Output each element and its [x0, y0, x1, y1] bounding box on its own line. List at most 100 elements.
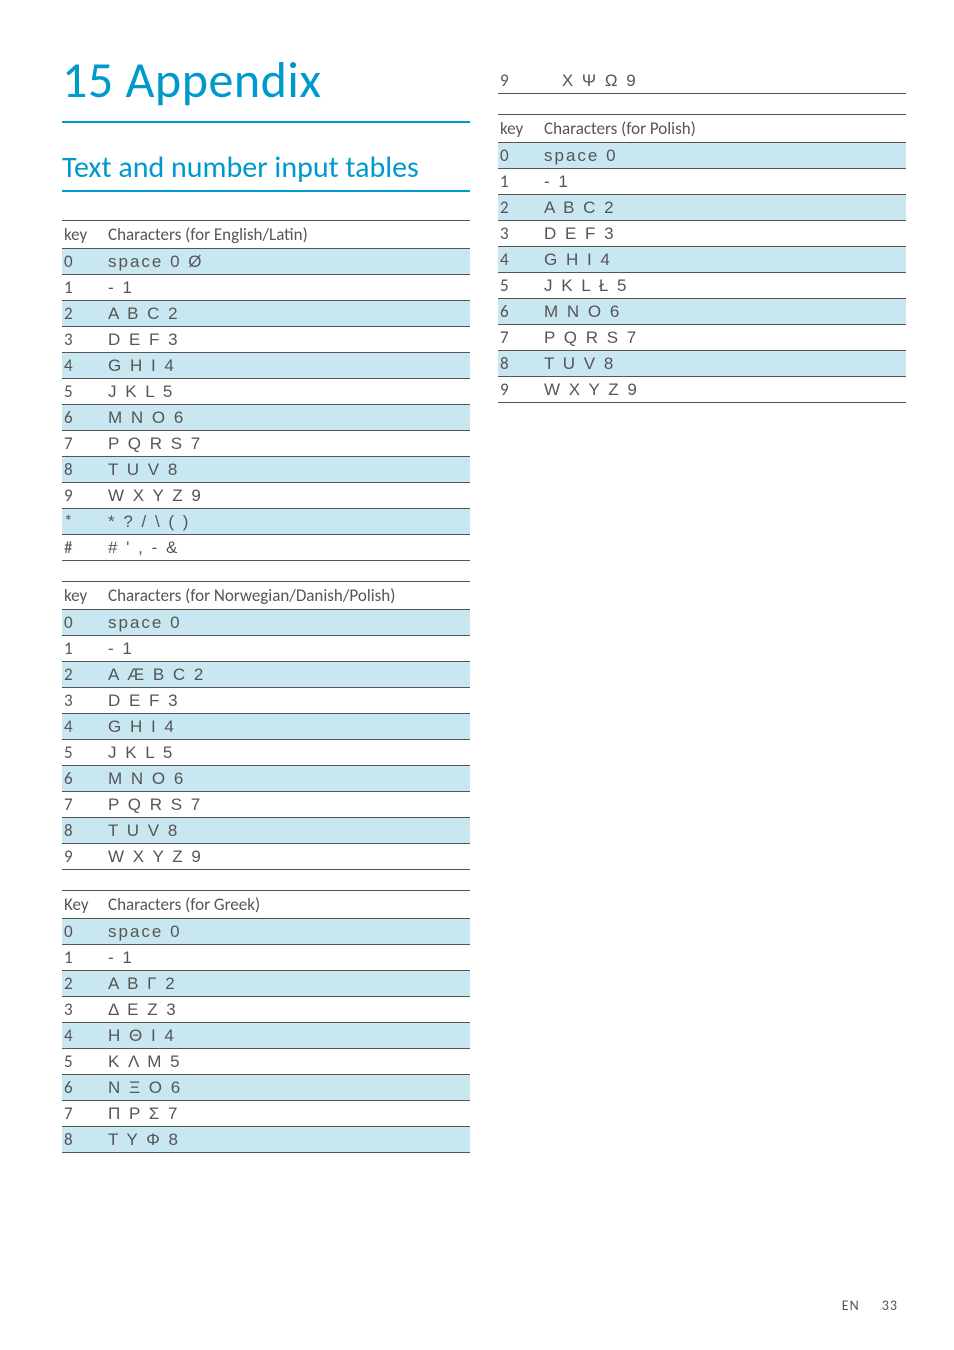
- cell-key: 3: [498, 221, 542, 247]
- cell-key: 4: [62, 1023, 106, 1049]
- table-row: 3D E F 3: [62, 327, 470, 353]
- cell-key: 1: [62, 945, 106, 971]
- table-row: 8T U V 8: [498, 351, 906, 377]
- cell-chars: J K L 5: [106, 379, 470, 405]
- cell-chars: A B Γ 2: [106, 971, 470, 997]
- cell-chars: T U V 8: [542, 351, 906, 377]
- table-row: 6M N O 6: [62, 766, 470, 792]
- table-row: 3D E F 3: [62, 688, 470, 714]
- cell-chars: M N O 6: [542, 299, 906, 325]
- cell-key: 8: [62, 818, 106, 844]
- section-title: Text and number input tables: [62, 149, 470, 192]
- cell-chars: space 0: [106, 610, 470, 636]
- table-row: 9W X Y Z 9: [62, 483, 470, 509]
- table-row: 1- 1: [62, 945, 470, 971]
- cell-key: 2: [62, 971, 106, 997]
- table-row: 5J K L Ł 5: [498, 273, 906, 299]
- chapter-number: 15: [62, 50, 114, 111]
- cell-chars: T U V 8: [106, 457, 470, 483]
- table-row: ** ? / \ ( ): [62, 509, 470, 535]
- cell-chars: N Ξ O 6: [106, 1075, 470, 1101]
- cell-key: 7: [62, 1101, 106, 1127]
- cell-key: 0: [62, 249, 106, 275]
- cell-key: 3: [62, 688, 106, 714]
- table-greek-continued: 9X Ψ Ω 9: [498, 68, 906, 94]
- cell-key: 9: [62, 483, 106, 509]
- table-row: 3Δ E Z 3: [62, 997, 470, 1023]
- table-row: 9W X Y Z 9: [62, 844, 470, 870]
- cell-chars: Π P Σ 7: [106, 1101, 470, 1127]
- cell-chars: D E F 3: [106, 688, 470, 714]
- cell-key: 4: [62, 714, 106, 740]
- table-row: 4G H I 4: [62, 714, 470, 740]
- cell-chars: G H I 4: [542, 247, 906, 273]
- table-row: 2A B C 2: [498, 195, 906, 221]
- cell-chars: P Q R S 7: [106, 792, 470, 818]
- table-row: 7P Q R S 7: [62, 792, 470, 818]
- cell-key: 2: [62, 662, 106, 688]
- table-row: 4G H I 4: [498, 247, 906, 273]
- cell-chars: G H I 4: [106, 714, 470, 740]
- cell-chars: D E F 3: [106, 327, 470, 353]
- cell-key: 8: [498, 351, 542, 377]
- cell-chars: P Q R S 7: [542, 325, 906, 351]
- cell-key: 0: [62, 610, 106, 636]
- cell-key: 7: [62, 792, 106, 818]
- cell-key: 3: [62, 997, 106, 1023]
- table-row: 2A B C 2: [62, 301, 470, 327]
- table-row: 5J K L 5: [62, 740, 470, 766]
- left-column: 15 Appendix Text and number input tables…: [62, 50, 470, 1310]
- cell-key: 1: [62, 275, 106, 301]
- cell-chars: space 0: [542, 143, 906, 169]
- th-chars: Characters (for Polish): [542, 115, 906, 143]
- cell-key: 2: [498, 195, 542, 221]
- table-row: 7P Q R S 7: [62, 431, 470, 457]
- chapter-name: Appendix: [126, 50, 322, 111]
- cell-chars: D E F 3: [542, 221, 906, 247]
- cell-key: 9: [62, 844, 106, 870]
- cell-chars: W X Y Z 9: [106, 483, 470, 509]
- cell-chars: * ? / \ ( ): [106, 509, 470, 535]
- cell-key: 5: [62, 1049, 106, 1075]
- table-row: 6N Ξ O 6: [62, 1075, 470, 1101]
- table-row: 3D E F 3: [498, 221, 906, 247]
- cell-chars: J K L Ł 5: [542, 273, 906, 299]
- cell-chars: P Q R S 7: [106, 431, 470, 457]
- table-row: 0space 0: [498, 143, 906, 169]
- table-english: key Characters (for English/Latin) 0spac…: [62, 220, 470, 561]
- table-row: 2A B Γ 2: [62, 971, 470, 997]
- right-column: 9X Ψ Ω 9 key Characters (for Polish) 0sp…: [498, 50, 906, 1310]
- cell-chars: H Θ I 4: [106, 1023, 470, 1049]
- table-row: ## ' , - &: [62, 535, 470, 561]
- cell-key: 8: [62, 457, 106, 483]
- table-row: 8T Y Φ 8: [62, 1127, 470, 1153]
- cell-key: 3: [62, 327, 106, 353]
- th-chars: Characters (for English/Latin): [106, 221, 470, 249]
- table-row: 0space 0: [62, 610, 470, 636]
- table-row: 1- 1: [62, 275, 470, 301]
- table-row: 9X Ψ Ω 9: [498, 68, 906, 94]
- cell-chars: W X Y Z 9: [542, 377, 906, 403]
- cell-key: 9: [498, 68, 560, 94]
- table-row: 6M N O 6: [62, 405, 470, 431]
- cell-key: #: [62, 535, 106, 561]
- table-row: 4H Θ I 4: [62, 1023, 470, 1049]
- th-key: key: [62, 582, 106, 610]
- table-row: 6M N O 6: [498, 299, 906, 325]
- cell-key: 1: [498, 169, 542, 195]
- cell-key: 6: [62, 1075, 106, 1101]
- table-row: 8T U V 8: [62, 818, 470, 844]
- table-row: 8T U V 8: [62, 457, 470, 483]
- th-key: Key: [62, 891, 106, 919]
- page: 15 Appendix Text and number input tables…: [0, 0, 954, 1350]
- cell-key: 6: [62, 405, 106, 431]
- footer-lang: EN: [842, 1297, 860, 1314]
- cell-chars: M N O 6: [106, 405, 470, 431]
- table-greek: Key Characters (for Greek) 0space 01- 12…: [62, 890, 470, 1153]
- th-key: key: [498, 115, 542, 143]
- footer-page: 33: [882, 1297, 898, 1314]
- cell-key: 5: [62, 379, 106, 405]
- cell-chars: # ' , - &: [106, 535, 470, 561]
- cell-chars: T Y Φ 8: [106, 1127, 470, 1153]
- table-row: 1- 1: [498, 169, 906, 195]
